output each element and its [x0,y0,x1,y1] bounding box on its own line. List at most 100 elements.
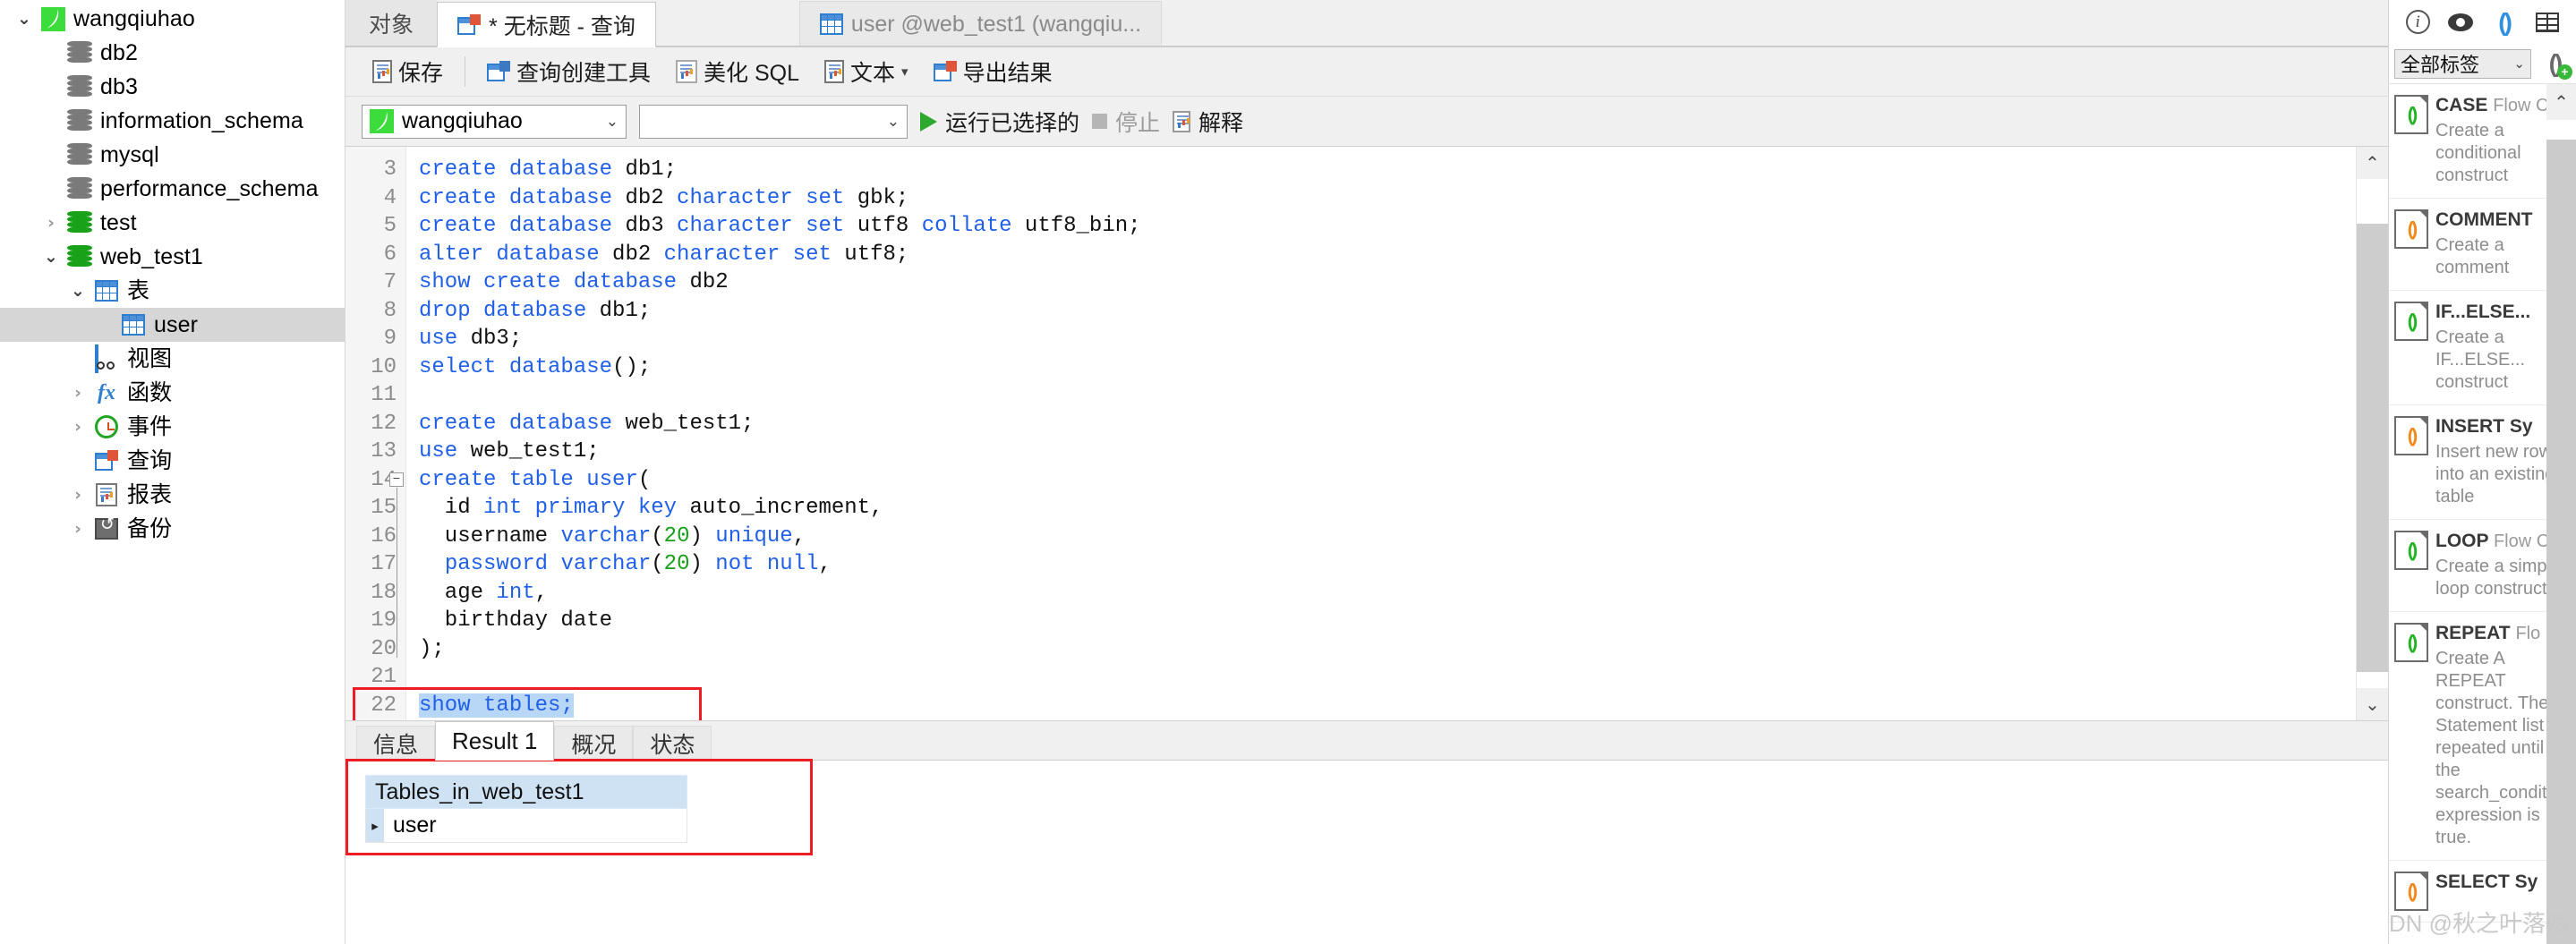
code-line[interactable]: create database web_test1; [419,410,2356,438]
editor-vertical-scrollbar[interactable]: ⌃ ⌄ [2356,147,2388,720]
code-line[interactable] [419,663,2356,692]
snippets-panel[interactable]: i () 全部标签 ⌄ () + () CASE Flow C Create a co… [2388,0,2576,944]
code-line[interactable]: create database db2 character set gbk; [419,184,2356,213]
result-tab-result-1[interactable]: Result 1 [435,721,555,761]
connection-select[interactable]: wangqiuhao ⌄ [362,104,627,139]
tree-item-函数[interactable]: › fx 函数 [0,376,345,410]
chevron-right-icon[interactable]: › [64,520,91,538]
code-line[interactable]: ); [419,635,2356,664]
code-line[interactable]: show create database db2 [419,268,2356,297]
tree-item-db3[interactable]: db3 [0,70,345,104]
save-button[interactable]: 保存 [362,52,454,91]
export-result-button[interactable]: 导出结果 [923,52,1063,91]
scroll-thumb[interactable] [2357,224,2388,672]
info-icon[interactable]: i [2404,9,2431,36]
tree-item-db2[interactable]: db2 [0,36,345,70]
tab-untitled-query[interactable]: * 无标题 - 查询 [437,2,656,47]
code-line[interactable]: password varchar(20) not null, [419,550,2356,579]
code-line[interactable]: create database db1; [419,156,2356,184]
navicat-leaf-icon [40,6,65,31]
sql-code-area[interactable]: create database db1; create database db2 … [406,147,2356,720]
chevron-right-icon[interactable]: › [64,486,91,504]
tree-item-表[interactable]: ⌄ 表 [0,274,345,308]
tree-item-报表[interactable]: › 报表 [0,478,345,512]
results-tab-bar[interactable]: 信息 Result 1 概况 状态 [345,721,2388,761]
eye-icon[interactable] [2447,9,2474,36]
tree-item-performance_schema[interactable]: performance_schema [0,172,345,206]
result-tab-信息[interactable]: 信息 [356,726,436,760]
code-line[interactable]: age int, [419,579,2356,608]
chevron-down-icon[interactable]: ⌄ [64,282,91,300]
main-area: 对象 * 无标题 - 查询 user @web_test1 (wangqiu..… [345,0,2388,944]
tree-item-mysql[interactable]: mysql [0,138,345,172]
row-cell-value[interactable]: user [384,809,687,842]
code-line[interactable]: username varchar(20) unique, [419,523,2356,551]
code-line[interactable]: birthday date [419,607,2356,635]
tree-item-web_test1[interactable]: ⌄ web_test1 [0,240,345,274]
tree-item-视图[interactable]: 视图 [0,342,345,376]
database-select[interactable]: ⌄ [639,104,908,139]
snippet-tag-select[interactable]: 全部标签 ⌄ [2394,48,2531,79]
result-grid[interactable]: Tables_in_web_test1 ▸ user [365,775,687,843]
chevron-down-icon[interactable]: ⌄ [38,248,64,266]
code-line[interactable]: use db3; [419,325,2356,353]
explain-button[interactable]: 解释 [1173,106,1243,138]
tree-item-wangqiuhao[interactable]: ⌄ wangqiuhao [0,2,345,36]
fold-toggle-icon[interactable]: − [389,472,404,487]
stop-button[interactable]: 停止 [1092,106,1160,138]
tree-item-查询[interactable]: 查询 [0,444,345,478]
chevron-down-icon[interactable]: ⌄ [887,113,900,131]
object-tree-sidebar[interactable]: ⌄ wangqiuhao db2 db3 information_schema mysql… [0,0,345,944]
snippets-scrollbar[interactable]: ⌃ [2546,84,2576,944]
tree-item-备份[interactable]: › 备份 [0,512,345,546]
snippets-panel-icon-bar[interactable]: i () [2389,0,2576,44]
chevron-right-icon[interactable]: › [64,384,91,402]
scroll-up-icon[interactable]: ⌃ [2357,147,2388,179]
chevron-down-icon[interactable]: ⌄ [606,113,618,131]
code-line[interactable]: id int primary key auto_increment, [419,494,2356,523]
sql-editor[interactable]: 3 4 5 6 7 8 9 10 11 12 13 14−15 16 17 18 19 20 21 22 creat… [345,147,2388,720]
sql-editor-body[interactable]: 3 4 5 6 7 8 9 10 11 12 13 14−15 16 17 18 19 20 21 22 creat… [345,147,2356,720]
snippets-scroll-thumb[interactable] [2546,140,2576,944]
chevron-down-icon[interactable]: ▾ [901,64,908,80]
tab-user-table[interactable]: user @web_test1 (wangqiu... [798,1,1163,47]
connection-toolbar[interactable]: wangqiuhao ⌄ ⌄ 运行已选择的 停止 解释 [345,97,2388,147]
chevron-down-icon[interactable]: ⌄ [11,10,38,28]
code-line[interactable]: alter database db2 character set utf8; [419,241,2356,269]
run-selected-button[interactable]: 运行已选择的 [920,106,1079,138]
query-builder-button[interactable]: 查询创建工具 [476,52,661,91]
snippets-scroll-up-icon[interactable]: ⌃ [2546,84,2576,120]
tree-item-事件[interactable]: › 事件 [0,410,345,444]
tree-item-user[interactable]: user [0,308,345,342]
tree-item-information_schema[interactable]: information_schema [0,104,345,138]
parentheses-icon[interactable]: () [2491,8,2518,36]
chevron-right-icon[interactable]: › [64,418,91,436]
tree-item-test[interactable]: › test [0,206,345,240]
scroll-down-icon[interactable]: ⌄ [2357,688,2388,720]
chevron-down-icon[interactable]: ⌄ [2513,55,2525,72]
code-line[interactable]: show tables; [419,692,2356,720]
database-gray-icon [67,41,92,64]
code-line[interactable]: drop database db1; [419,297,2356,326]
add-snippet-icon[interactable]: () + [2538,49,2572,80]
results-body[interactable]: Tables_in_web_test1 ▸ user [345,759,2388,944]
table-row[interactable]: ▸ user [365,809,687,843]
text-mode-button[interactable]: 文本 ▾ [814,52,919,91]
code-line[interactable]: create database db3 character set utf8 c… [419,212,2356,241]
result-tab-状态[interactable]: 状态 [633,726,712,760]
code-line[interactable]: use web_test1; [419,438,2356,466]
code-line[interactable]: create table user( [419,466,2356,495]
code-line[interactable]: select database(); [419,353,2356,382]
code-line[interactable] [419,381,2356,410]
snippets-list[interactable]: () CASE Flow C Create a conditional constr… [2389,83,2576,944]
result-tab-概况[interactable]: 概况 [554,726,634,760]
query-toolbar[interactable]: 保存 查询创建工具 美化 SQL 文本 ▾ 导出结果 [345,47,2388,97]
beautify-sql-button[interactable]: 美化 SQL [665,52,810,91]
snippets-filter-row[interactable]: 全部标签 ⌄ () + [2389,44,2576,83]
chevron-right-icon[interactable]: › [38,214,64,232]
tab-objects[interactable]: 对象 [345,0,438,47]
result-column-header[interactable]: Tables_in_web_test1 [365,775,687,809]
scroll-track[interactable] [2357,179,2388,688]
table-split-icon[interactable] [2534,9,2561,36]
tab-bar[interactable]: 对象 * 无标题 - 查询 user @web_test1 (wangqiu..… [345,0,2388,47]
